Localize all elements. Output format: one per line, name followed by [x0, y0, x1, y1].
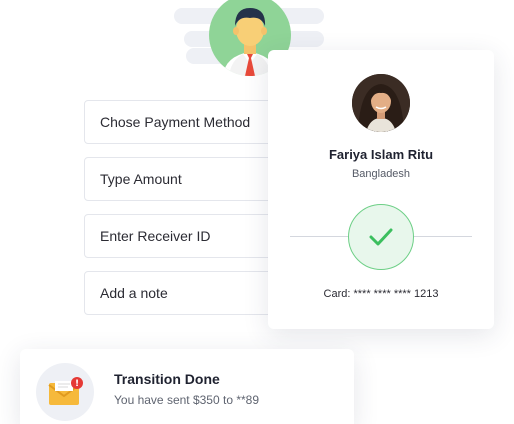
receiver-card: Fariya Islam Ritu Bangladesh Card: **** … — [268, 50, 494, 329]
notification-icon-badge: ! — [36, 363, 94, 421]
success-indicator — [348, 204, 414, 270]
field-label: Enter Receiver ID — [100, 228, 211, 244]
notification-title: Transition Done — [114, 371, 220, 387]
person-photo-icon — [352, 74, 410, 132]
notification-badge: ! — [75, 379, 79, 389]
receiver-name: Fariya Islam Ritu — [328, 147, 434, 162]
mail-alert-icon: ! — [48, 377, 83, 405]
card-number: Card: **** **** **** 1213 — [323, 288, 439, 300]
receiver-country: Bangladesh — [351, 168, 411, 180]
receiver-id-field[interactable]: Enter Receiver ID — [84, 214, 286, 258]
amount-field[interactable]: Type Amount — [84, 157, 286, 201]
check-icon — [369, 228, 393, 246]
transaction-notification[interactable]: ! Transition Done You have sent $350 to … — [20, 349, 354, 424]
field-label: Chose Payment Method — [100, 114, 251, 130]
field-label: Type Amount — [100, 171, 182, 187]
receiver-avatar — [352, 74, 410, 132]
note-field[interactable]: Add a note — [84, 271, 286, 315]
payment-method-field[interactable]: Chose Payment Method — [84, 100, 286, 144]
field-label: Add a note — [100, 285, 168, 301]
notification-message: You have sent $350 to **89 — [114, 393, 260, 407]
